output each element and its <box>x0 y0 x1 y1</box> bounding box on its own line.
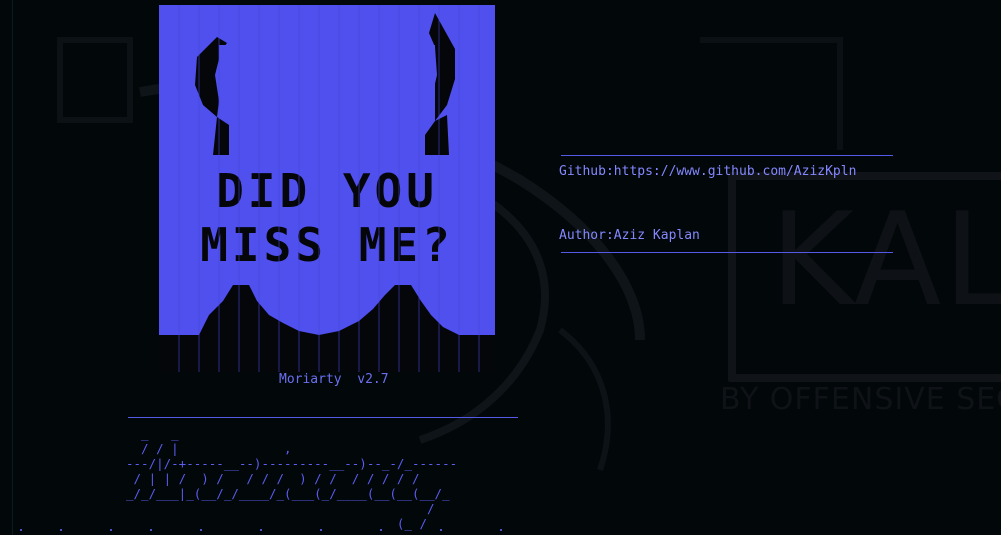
next-line-prompt <box>20 529 502 531</box>
banner-line: ---/|/-+-----__--)---------__--)--_-/_--… <box>126 456 458 471</box>
headline-line-2: MISS ME? <box>200 218 454 272</box>
cat-ascii-art-icon: DID YOU MISS ME? <box>159 5 495 372</box>
banner-line: / / | , <box>126 441 473 456</box>
version-label: Moriarty v2.7 <box>279 372 389 387</box>
ascii-art-panel: DID YOU MISS ME? <box>159 5 495 372</box>
author-label: Author:Aziz Kaplan <box>559 228 700 243</box>
headline-line-1: DID YOU <box>216 164 438 218</box>
banner-line: _ _ <box>126 426 480 441</box>
moriarty-ascii-banner: _ _ / / | , ---/|/-+-----__--)---------_… <box>126 426 480 531</box>
github-link[interactable]: Github:https://www.github.com/AzizKpln <box>559 164 856 179</box>
info-top-divider <box>561 155 893 156</box>
info-bottom-divider <box>561 252 893 253</box>
kali-tagline: BY OFFENSIVE SEC <box>720 382 1001 417</box>
banner-top-divider <box>128 417 518 418</box>
terminal-left-border <box>12 0 13 535</box>
banner-line: / | | / ) / / / / ) / / / / / / / <box>126 471 450 486</box>
terminal-window[interactable]: KAL BY OFFENSIVE SEC DID YOU MISS ME? Mo… <box>0 0 1001 535</box>
banner-line: _/_/___|_(__/_/____/_(___(_/____(__(__(_… <box>126 486 450 501</box>
banner-line: / <box>126 501 450 516</box>
kali-logo-text: KAL <box>770 186 1001 335</box>
